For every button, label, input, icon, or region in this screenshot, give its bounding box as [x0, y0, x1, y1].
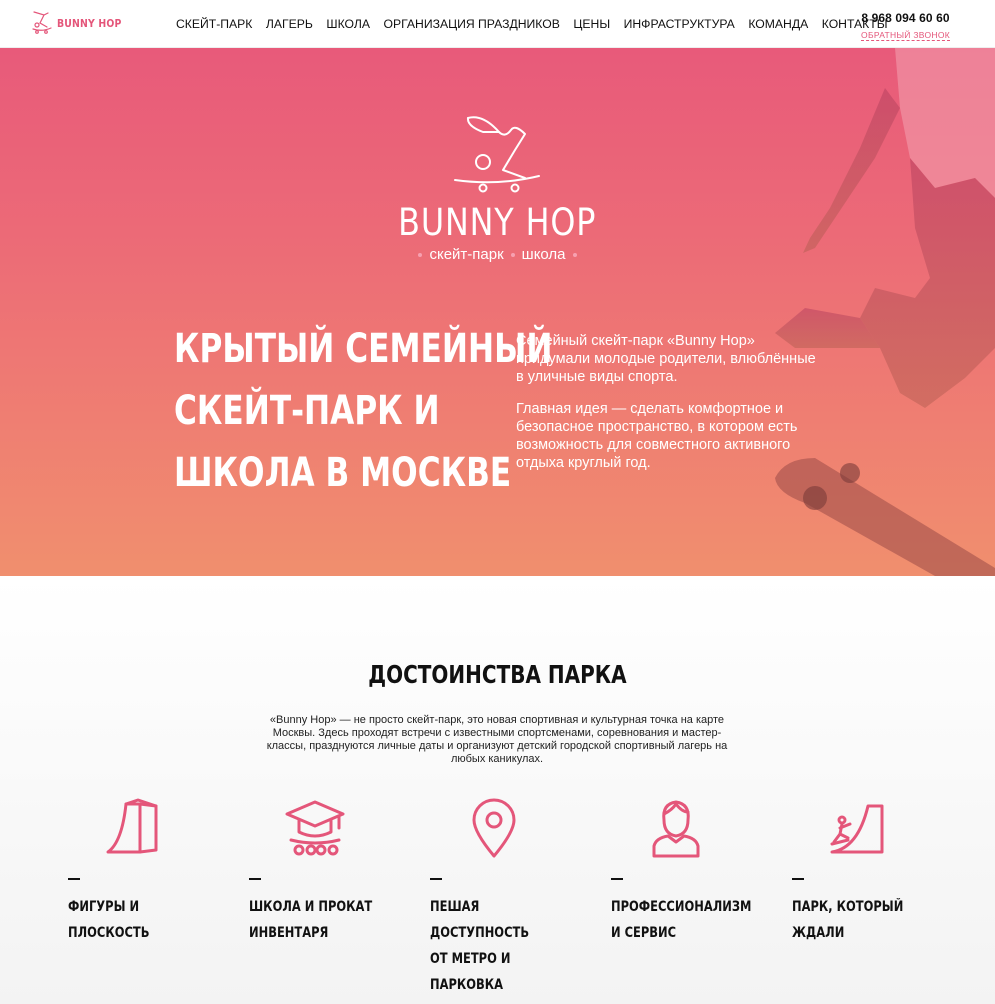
hero-subtitle: скейт-парк школа — [0, 246, 995, 263]
bunny-skate-logo-icon — [453, 116, 540, 193]
contact-block: 8 968 094 60 60 ОБРАТНЫЙ ЗВОНОК — [861, 11, 950, 43]
divider — [611, 878, 623, 880]
advantage-label: ФИГУРЫ И ПЛОСКОСТЬ — [68, 899, 150, 941]
dot-icon — [572, 252, 577, 257]
skater-ramp-icon — [830, 804, 884, 854]
advantages-title: ДОСТОИНСТВА ПАРКА — [368, 660, 627, 689]
graduation-cap-skateboard-icon — [285, 800, 345, 856]
advantage-label: ПРОФЕССИОНАЛИЗМ И СЕРВИС — [611, 899, 752, 941]
dot-icon — [510, 252, 515, 257]
subtitle-school: школа — [521, 246, 566, 263]
location-pin-icon — [472, 798, 516, 858]
main-nav: СКЕЙТ-ПАРК ЛАГЕРЬ ШКОЛА ОРГАНИЗАЦИЯ ПРАЗ… — [176, 0, 901, 48]
phone-number[interactable]: 8 968 094 60 60 — [861, 11, 950, 25]
hero-title: КРЫТЫЙ СЕМЕЙНЫЙ СКЕЙТ-ПАРК И ШКОЛА В МОСКВ… — [174, 318, 553, 504]
hero-title-line: СКЕЙТ-ПАРК И — [174, 388, 440, 434]
logo-text: BUNNY HOP — [57, 16, 122, 30]
subtitle-skatepark: скейт-парк — [429, 246, 504, 263]
hero-title-line: ШКОЛА В МОСКВЕ — [174, 450, 512, 496]
nav-camp[interactable]: ЛАГЕРЬ — [266, 17, 313, 31]
nav-parties[interactable]: ОРГАНИЗАЦИЯ ПРАЗДНИКОВ — [384, 17, 560, 31]
advantage-label: ПАРК, КОТОРЫЙ ЖДАЛИ — [792, 899, 904, 941]
site-logo[interactable]: BUNNY HOP — [31, 10, 133, 36]
hero-description: Семейный скейт-парк «Bunny Hop» придумал… — [516, 332, 816, 472]
nav-infrastructure[interactable]: ИНФРАСТРУКТУРА — [624, 17, 735, 31]
divider — [68, 878, 80, 880]
advantage-label: ПЕШАЯ ДОСТУПНОСТЬ ОТ МЕТРО И ПАРКОВКА — [430, 899, 530, 993]
advantages-description: «Bunny Hop» — не просто скейт-парк, это … — [266, 714, 728, 765]
hero-logo: BUNNY HOP скейт-парк школа — [0, 112, 995, 263]
dot-icon — [418, 252, 423, 257]
person-icon — [652, 800, 700, 858]
site-header: BUNNY HOP СКЕЙТ-ПАРК ЛАГЕРЬ ШКОЛА ОРГАНИ… — [0, 0, 995, 48]
nav-team[interactable]: КОМАНДА — [748, 17, 808, 31]
hero-title-line: КРЫТЫЙ СЕМЕЙНЫЙ — [174, 326, 553, 372]
nav-skatepark[interactable]: СКЕЙТ-ПАРК — [176, 17, 252, 31]
advantage-label: ШКОЛА И ПРОКАТ ИНВЕНТАРЯ — [249, 899, 373, 941]
hero-brand: BUNNY HOP — [398, 201, 597, 244]
divider — [249, 878, 261, 880]
hero-paragraph-1: Семейный скейт-парк «Bunny Hop» придумал… — [516, 333, 816, 385]
divider — [792, 878, 804, 880]
nav-school[interactable]: ШКОЛА — [326, 17, 370, 31]
nav-prices[interactable]: ЦЕНЫ — [573, 17, 610, 31]
callback-link[interactable]: ОБРАТНЫЙ ЗВОНОК — [861, 30, 950, 41]
advantages-section: ДОСТОИНСТВА ПАРКА «Bunny Hop» — не прост… — [0, 576, 995, 1004]
hero-section: BUNNY HOP скейт-парк школа КРЫТЫЙ СЕМЕЙН… — [0, 48, 995, 576]
hero-paragraph-2: Главная идея — сделать комфортное и безо… — [516, 401, 798, 471]
divider — [430, 878, 442, 880]
bunny-skate-logo-icon — [32, 11, 52, 34]
ramp-icon — [106, 798, 158, 854]
